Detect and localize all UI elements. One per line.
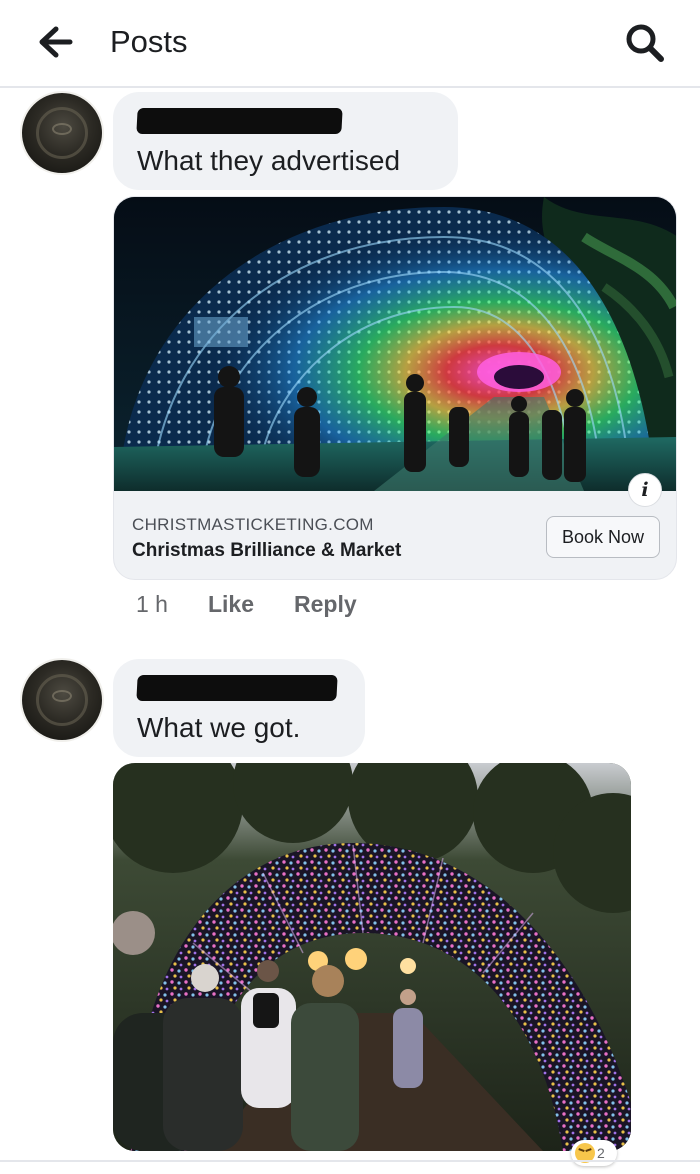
link-title: Christmas Brilliance & Market: [132, 540, 402, 561]
search-button[interactable]: [620, 18, 670, 68]
link-domain: CHRISTMASTICKETING.COM: [132, 515, 374, 534]
arrow-left-icon: [39, 26, 73, 58]
posts-screen: Posts What they advertised i CHRISTMASTI…: [0, 0, 700, 1174]
reaction-count: 2: [597, 1145, 605, 1161]
book-now-button[interactable]: Book Now: [546, 516, 660, 558]
comment-bubble[interactable]: What they advertised: [113, 92, 458, 190]
avatar-detail: [52, 690, 72, 702]
avatar-detail: [52, 123, 72, 135]
comment-text: What we got.: [137, 712, 301, 743]
divider: [0, 1160, 700, 1162]
search-icon: [626, 24, 664, 62]
redacted-author-name: [136, 675, 338, 701]
redacted-author-name: [136, 108, 343, 134]
comment-bubble[interactable]: What we got.: [113, 659, 365, 757]
ad-info-button[interactable]: i: [628, 473, 662, 507]
comment-actions: 1 h Like Reply: [136, 588, 397, 620]
reaction-badge[interactable]: 2: [571, 1140, 617, 1166]
comment-timestamp: 1 h: [136, 590, 168, 617]
page-title: Posts: [110, 24, 188, 59]
comment-text: What they advertised: [137, 145, 401, 176]
back-button[interactable]: [30, 20, 80, 64]
avatar[interactable]: [22, 93, 102, 173]
comment-photo[interactable]: [113, 763, 631, 1151]
link-preview-card[interactable]: i CHRISTMASTICKETING.COM Christmas Brill…: [113, 196, 677, 580]
avatar[interactable]: [22, 660, 102, 740]
like-button[interactable]: Like: [208, 591, 254, 618]
top-bar: Posts: [0, 0, 700, 88]
link-preview-image: [114, 197, 676, 491]
reply-button[interactable]: Reply: [294, 591, 357, 618]
tunnel-photo-image: [113, 763, 631, 1151]
